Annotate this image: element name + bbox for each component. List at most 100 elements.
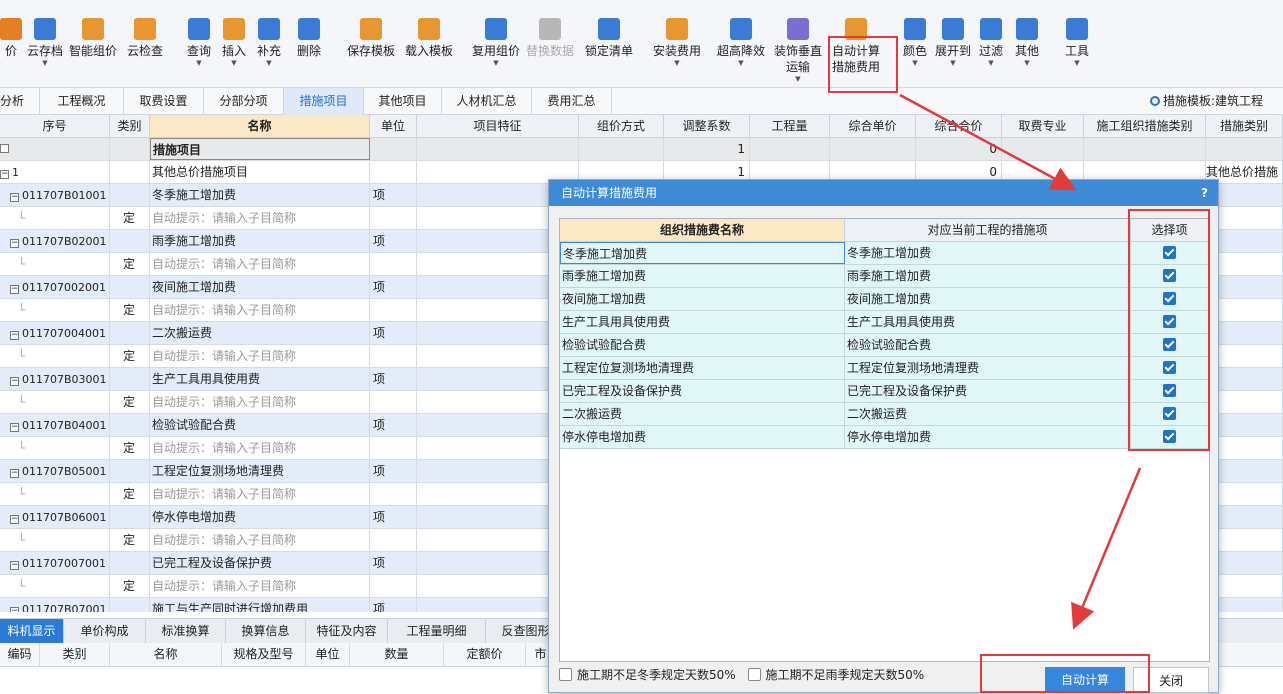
name-cell[interactable]: 自动提示：请输入子目简称 (150, 529, 370, 551)
category-cell[interactable]: 定 (110, 207, 150, 229)
column-header[interactable]: 序号 (0, 115, 110, 138)
unit-cell[interactable]: 项 (370, 460, 417, 482)
unit-cell[interactable]: 项 (370, 184, 417, 206)
fee-name-cell[interactable]: 二次搬运费 (560, 403, 845, 425)
detail-tab-4[interactable]: 特征及内容 (306, 619, 388, 644)
seq-cell[interactable]: −011707B07001 (0, 598, 110, 612)
collapse-icon[interactable]: − (10, 469, 19, 478)
name-cell[interactable]: 已完工程及设备保护费 (150, 552, 370, 574)
grid-cell[interactable] (1002, 138, 1084, 160)
collapse-icon[interactable]: − (10, 285, 19, 294)
detail-tab-2[interactable]: 标准换算 (146, 619, 226, 644)
matched-measure-cell[interactable]: 工程定位复测场地清理费 (845, 357, 1131, 379)
dialog-row[interactable]: 生产工具用具使用费 生产工具用具使用费 (560, 311, 1209, 334)
collapse-icon[interactable]: − (10, 377, 19, 386)
seq-cell[interactable]: −1 (0, 161, 110, 183)
detail-column-header[interactable]: 编码 (0, 643, 40, 667)
dialog-row[interactable]: 冬季施工增加费 冬季施工增加费 (560, 242, 1209, 265)
toolbar-color-button[interactable]: 颜色 ▼ (903, 18, 927, 67)
table-row[interactable]: 措施项目 1 0 (0, 138, 1283, 161)
column-header[interactable]: 施工组织措施类别 (1084, 115, 1206, 138)
column-header[interactable]: 项目特征 (417, 115, 579, 138)
seq-cell[interactable]: −011707B04001 (0, 414, 110, 436)
collapse-icon[interactable]: − (10, 607, 19, 612)
category-cell[interactable]: 定 (110, 529, 150, 551)
column-header[interactable]: 类别 (110, 115, 150, 138)
detail-column-header[interactable]: 数量 (350, 643, 444, 667)
help-icon[interactable]: ? (1201, 180, 1208, 206)
name-cell[interactable]: 雨季施工增加费 (150, 230, 370, 252)
tab-0[interactable]: 分析 (0, 88, 40, 115)
name-cell[interactable]: 检验试验配合费 (150, 414, 370, 436)
column-header[interactable]: 组价方式 (579, 115, 664, 138)
toolbar-smart-price-button[interactable]: 智能组价 (69, 18, 117, 59)
matched-measure-cell[interactable]: 雨季施工增加费 (845, 265, 1131, 287)
fee-name-cell[interactable]: 工程定位复测场地清理费 (560, 357, 845, 379)
toolbar-cloud-save-button[interactable]: 云存档 ▼ (27, 18, 63, 67)
dialog-row[interactable]: 二次搬运费 二次搬运费 (560, 403, 1209, 426)
name-cell[interactable]: 施工与生产同时进行增加费用 (150, 598, 370, 612)
category-cell[interactable] (110, 414, 150, 436)
collapse-icon[interactable]: − (10, 423, 19, 432)
fee-name-cell[interactable]: 生产工具用具使用费 (560, 311, 845, 333)
toolbar-lock-button[interactable]: 锁定清单 (585, 18, 633, 59)
name-cell[interactable]: 生产工具用具使用费 (150, 368, 370, 390)
category-cell[interactable] (110, 322, 150, 344)
dialog-row[interactable]: 雨季施工增加费 雨季施工增加费 (560, 265, 1209, 288)
unit-cell[interactable]: 项 (370, 552, 417, 574)
seq-cell[interactable]: └ (0, 207, 110, 229)
matched-measure-cell[interactable]: 冬季施工增加费 (845, 242, 1131, 264)
toolbar-expand-button[interactable]: 展开到 ▼ (935, 18, 971, 67)
unit-cell[interactable] (370, 529, 417, 551)
matched-measure-cell[interactable]: 生产工具用具使用费 (845, 311, 1131, 333)
name-cell[interactable]: 二次搬运费 (150, 322, 370, 344)
seq-cell[interactable]: −011707B01001 (0, 184, 110, 206)
seq-cell[interactable]: −011707B03001 (0, 368, 110, 390)
collapse-icon[interactable]: − (10, 515, 19, 524)
fee-name-cell[interactable]: 冬季施工增加费 (560, 242, 845, 264)
name-cell[interactable]: 自动提示：请输入子目简称 (150, 483, 370, 505)
unit-cell[interactable]: 项 (370, 368, 417, 390)
unit-cell[interactable] (370, 138, 417, 160)
dialog-row[interactable]: 夜间施工增加费 夜间施工增加费 (560, 288, 1209, 311)
tab-1[interactable]: 工程概况 (40, 88, 124, 115)
toolbar-reuse-price-button[interactable]: 复用组价 ▼ (472, 18, 520, 67)
toolbar-install-fee-button[interactable]: 安装费用 ▼ (653, 18, 701, 67)
tab-7[interactable]: 费用汇总 (532, 88, 612, 115)
tab-4[interactable]: 措施项目 (284, 88, 364, 115)
name-cell[interactable]: 自动提示：请输入子目简称 (150, 575, 370, 597)
collapse-icon[interactable]: − (0, 170, 9, 179)
collapse-icon[interactable]: − (10, 331, 19, 340)
name-cell[interactable]: 措施项目 (150, 138, 370, 160)
seq-cell[interactable]: └ (0, 437, 110, 459)
grid-cell[interactable] (830, 138, 916, 160)
dialog-column-header[interactable]: 对应当前工程的措施项 (845, 219, 1131, 242)
collapse-icon[interactable]: − (10, 193, 19, 202)
dialog-row[interactable]: 检验试验配合费 检验试验配合费 (560, 334, 1209, 357)
tab-5[interactable]: 其他项目 (364, 88, 442, 115)
category-cell[interactable] (110, 598, 150, 612)
category-cell[interactable] (110, 552, 150, 574)
category-cell[interactable]: 定 (110, 575, 150, 597)
seq-cell[interactable]: └ (0, 575, 110, 597)
seq-cell[interactable]: −011707002001 (0, 276, 110, 298)
column-header[interactable]: 综合单价 (830, 115, 916, 138)
tab-2[interactable]: 取费设置 (124, 88, 204, 115)
column-header[interactable]: 名称 (150, 115, 370, 138)
seq-cell[interactable]: └ (0, 483, 110, 505)
name-cell[interactable]: 自动提示：请输入子目简称 (150, 345, 370, 367)
category-cell[interactable] (110, 460, 150, 482)
toolbar-delete-button[interactable]: 删除 (297, 18, 321, 59)
fee-name-cell[interactable]: 检验试验配合费 (560, 334, 845, 356)
seq-cell[interactable]: └ (0, 299, 110, 321)
detail-column-header[interactable]: 类别 (40, 643, 110, 667)
collapse-icon[interactable] (0, 144, 9, 153)
unit-cell[interactable]: 项 (370, 506, 417, 528)
dialog-row[interactable]: 停水停电增加费 停水停电增加费 (560, 426, 1209, 449)
seq-cell[interactable]: −011707004001 (0, 322, 110, 344)
detail-tab-5[interactable]: 工程量明细 (388, 619, 486, 644)
name-cell[interactable]: 其他总价措施项目 (150, 161, 370, 183)
seq-cell[interactable]: └ (0, 529, 110, 551)
toolbar-supplement-button[interactable]: 补充 ▼ (257, 18, 281, 67)
seq-cell[interactable] (0, 138, 110, 160)
